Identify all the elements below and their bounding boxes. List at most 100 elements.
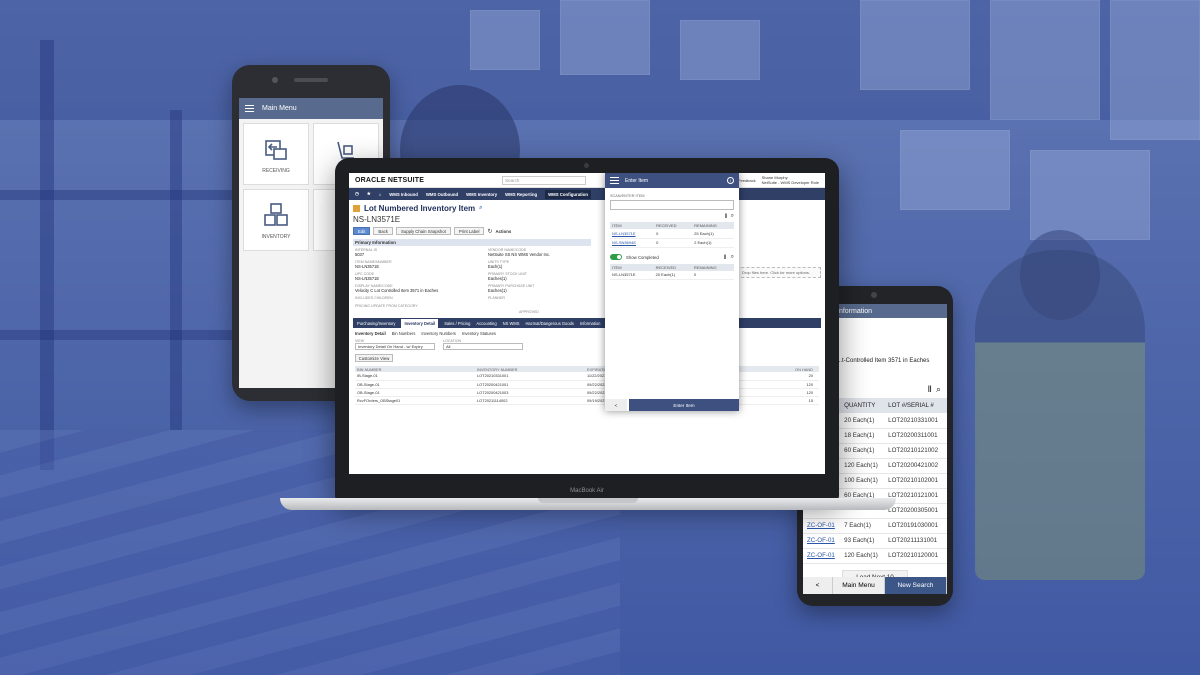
- inventory-subtab[interactable]: Inventory Numbers: [421, 331, 456, 336]
- field: Internal ID 5037: [355, 248, 468, 259]
- edit-button[interactable]: Edit: [353, 227, 371, 235]
- table-cell: 100 Each(1): [840, 473, 885, 489]
- table-cell: 7 Each(1): [840, 518, 885, 534]
- feedback-link[interactable]: Feedback: [738, 178, 756, 183]
- tile-inventory[interactable]: INVENTORY: [243, 189, 309, 251]
- subtab[interactable]: Hazmat/Dangerous Goods: [525, 321, 573, 326]
- show-completed-toggle[interactable]: [610, 254, 622, 260]
- item-record-icon: [353, 205, 360, 212]
- laptop-base: [280, 498, 896, 510]
- table-cell[interactable]: NS-LN3571E: [610, 229, 655, 239]
- home-icon[interactable]: ⌂: [379, 192, 382, 197]
- refresh-icon[interactable]: ↻: [487, 228, 492, 235]
- table-cell: LOT20200421002: [884, 458, 947, 474]
- subtab[interactable]: Sales / Pricing: [444, 321, 470, 326]
- search-icon[interactable]: ⌕: [479, 205, 482, 212]
- approved-checkbox[interactable]: APPROVED: [353, 310, 821, 314]
- table-cell: LOT20200421001: [475, 380, 585, 389]
- netsuite-logo[interactable]: ORACLE NETSUITE: [355, 177, 424, 184]
- table-row[interactable]: RcvFOrders_OBStage01 LOT20211114002 09/19/…: [355, 396, 819, 405]
- hamburger-menu-icon[interactable]: [245, 105, 254, 112]
- back-button[interactable]: <: [605, 399, 627, 411]
- search-icon[interactable]: ⌕: [936, 384, 941, 395]
- table-row[interactable]: NS-LN3571E 20 Each(1) 0: [610, 270, 734, 280]
- subtab[interactable]: Information: [580, 321, 600, 326]
- column-header[interactable]: QUANTITY: [840, 398, 885, 413]
- table-cell: 120 Each(1): [840, 458, 885, 474]
- nav-item[interactable]: WMS Outbound: [426, 192, 458, 197]
- tile-receiving[interactable]: RECEIVING: [243, 123, 309, 185]
- column-header[interactable]: RECEIVED: [654, 222, 693, 229]
- user-menu[interactable]: Shane Murphy NetSuite - WMS Developer Rol…: [762, 175, 819, 185]
- info-icon[interactable]: i: [727, 177, 734, 184]
- scan-label: SCAN/ENTER ITEM: [610, 194, 645, 198]
- star-icon[interactable]: ★: [367, 191, 371, 197]
- back-button[interactable]: Back: [373, 227, 393, 235]
- history-icon[interactable]: ◷: [355, 191, 359, 197]
- table-cell: LOT20210331001: [475, 372, 585, 381]
- subtab-bar: Purchasing/Inventory Inventory Detail Sale…: [353, 318, 821, 328]
- subtab[interactable]: Purchasing/Inventory: [357, 321, 395, 326]
- table-cell[interactable]: ZC-OF-01: [803, 533, 841, 549]
- customize-view-button[interactable]: Customize View: [355, 354, 393, 362]
- nav-item[interactable]: WMS Inventory: [466, 192, 497, 197]
- table-row[interactable]: IB-Stage-01 LOT20210331001 11/22/2021 20: [355, 372, 819, 381]
- table-cell: LOT20210331001: [884, 413, 947, 429]
- nav-item[interactable]: WMS Inbound: [389, 192, 418, 197]
- record-id: NS-LN3571E: [353, 215, 401, 224]
- nav-item-selected[interactable]: WMS Configuration: [545, 189, 591, 199]
- scan-item-input[interactable]: [610, 200, 734, 210]
- global-search-input[interactable]: Search: [502, 175, 587, 185]
- hamburger-menu-icon[interactable]: [610, 177, 619, 184]
- actions-menu[interactable]: Actions: [495, 229, 511, 234]
- table-cell[interactable]: ZC-OF-01: [803, 518, 841, 534]
- table-cell: IB-Stage-01: [355, 372, 475, 381]
- file-drop-zone[interactable]: Drop files here. Click for more options.: [731, 267, 821, 278]
- laptop: ORACLE NETSUITE Search Help Feedback Sha…: [335, 158, 839, 500]
- receiving-icon: [265, 139, 287, 160]
- column-header[interactable]: REMAINING: [692, 222, 734, 229]
- inventory-subtab[interactable]: Inventory Statuses: [462, 331, 496, 336]
- new-search-button[interactable]: New Search: [885, 577, 947, 594]
- subtab[interactable]: Accounting: [476, 321, 496, 326]
- subtab[interactable]: NS WMS: [503, 321, 520, 326]
- laptop-brand: MacBook Air: [570, 488, 604, 494]
- column-header[interactable]: ITEM: [610, 263, 654, 271]
- table-row[interactable]: OB-Stage-01 LOT20200421003 09/22/2023 120: [355, 388, 819, 397]
- columns-icon[interactable]: Ⅱ: [725, 213, 728, 220]
- main-menu-button[interactable]: Main Menu: [833, 577, 885, 594]
- enter-item-button[interactable]: Enter Item: [629, 399, 739, 411]
- print-label-button[interactable]: Print Label: [453, 227, 485, 235]
- table-row[interactable]: ZC-OF-01 120 Each(1) LOT20210120001: [803, 548, 947, 564]
- table-cell: LOT20211114002: [475, 396, 585, 405]
- view-select[interactable]: Inventory Detail On Hand - w/ Expiry: [355, 343, 435, 350]
- inventory-boxes-icon: [264, 202, 288, 226]
- table-row[interactable]: OB-Stage-01 LOT20200421001 09/22/2023 120: [355, 380, 819, 389]
- column-header[interactable]: ITEM: [610, 222, 655, 229]
- column-header[interactable]: REMAINING: [691, 263, 734, 271]
- table-row[interactable]: ZC-OF-01 93 Each(1) LOT20211131001: [803, 533, 947, 549]
- table-cell[interactable]: NS-SN5694E: [610, 238, 655, 248]
- column-header[interactable]: RECEIVED: [653, 263, 692, 271]
- table-row[interactable]: NS-SN5694E 0 2 Each(1): [610, 238, 734, 248]
- table-cell: 2 Each(1): [692, 238, 734, 248]
- main-menu-header: Main Menu: [239, 98, 383, 119]
- table-cell: RcvFOrders_OBStage01: [355, 396, 475, 405]
- inventory-subtab[interactable]: Bin Numbers: [392, 331, 416, 336]
- table-row[interactable]: ZC-OF-01 7 Each(1) LOT20191030001: [803, 518, 947, 534]
- search-icon[interactable]: ⌕: [731, 213, 734, 220]
- columns-icon[interactable]: Ⅱ: [724, 254, 727, 261]
- table-row[interactable]: NS-LN3571E 0 25 Each(1): [610, 229, 734, 239]
- back-button[interactable]: <: [803, 577, 833, 594]
- subtab[interactable]: Inventory Detail: [401, 318, 439, 328]
- inventory-subtab[interactable]: Inventory Detail: [355, 331, 386, 336]
- column-header[interactable]: LOT #/SERIAL #: [884, 398, 947, 413]
- nav-item[interactable]: WMS Reporting: [505, 192, 537, 197]
- table-cell: 0: [654, 229, 693, 239]
- supply-chain-snapshot-button[interactable]: Supply Chain Snapshot: [395, 227, 451, 235]
- search-icon[interactable]: ⌕: [731, 254, 734, 261]
- table-cell[interactable]: ZC-OF-01: [803, 548, 841, 564]
- location-select[interactable]: All: [443, 343, 523, 350]
- field-value: NetSuite SS NS WMS Vendor Inc.: [488, 252, 551, 257]
- columns-icon[interactable]: Ⅱ: [928, 384, 932, 395]
